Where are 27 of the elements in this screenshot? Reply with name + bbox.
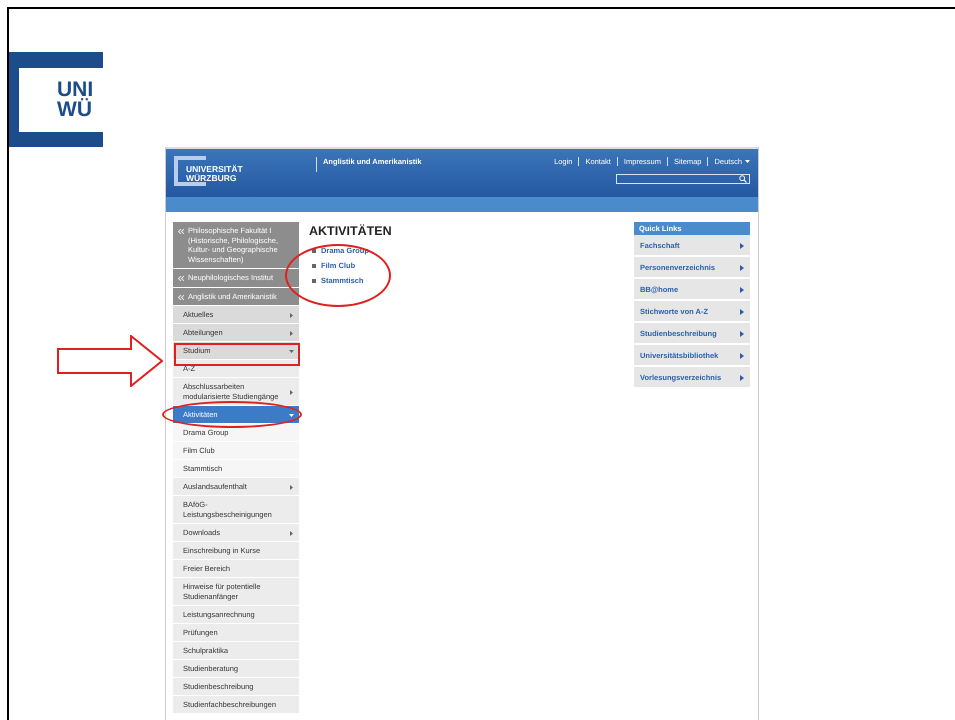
caret-right-icon (740, 242, 744, 248)
logo-text: WÜRZBURG (186, 174, 237, 182)
caret-down-icon (745, 160, 750, 164)
caret-right-icon (289, 390, 294, 394)
logo-text: UNIVERSITÄT (186, 164, 243, 174)
caret-right-icon (289, 330, 294, 336)
caret-right-icon (740, 374, 744, 380)
page-title: AKTIVITÄTEN (309, 224, 393, 238)
caret-right-icon (740, 352, 744, 358)
double-chevron-left-icon (178, 276, 184, 281)
caret-right-icon (740, 308, 744, 314)
caret-down-icon (289, 412, 294, 418)
double-chevron-left-icon (178, 294, 184, 300)
caret-right-icon (740, 286, 744, 292)
caret-right-icon (740, 264, 744, 270)
caret-right-icon (289, 484, 294, 490)
search-field[interactable] (616, 174, 750, 184)
search-icon (739, 175, 747, 183)
bullet-icon (312, 264, 316, 268)
bullet-icon (312, 279, 316, 283)
double-chevron-left-icon (178, 229, 184, 234)
caret-right-icon (289, 530, 294, 536)
bullet-icon (312, 249, 316, 253)
caret-right-icon (289, 312, 294, 318)
logo-text: UNI (57, 80, 94, 100)
caret-down-icon (289, 348, 294, 354)
caret-right-icon (740, 330, 744, 336)
